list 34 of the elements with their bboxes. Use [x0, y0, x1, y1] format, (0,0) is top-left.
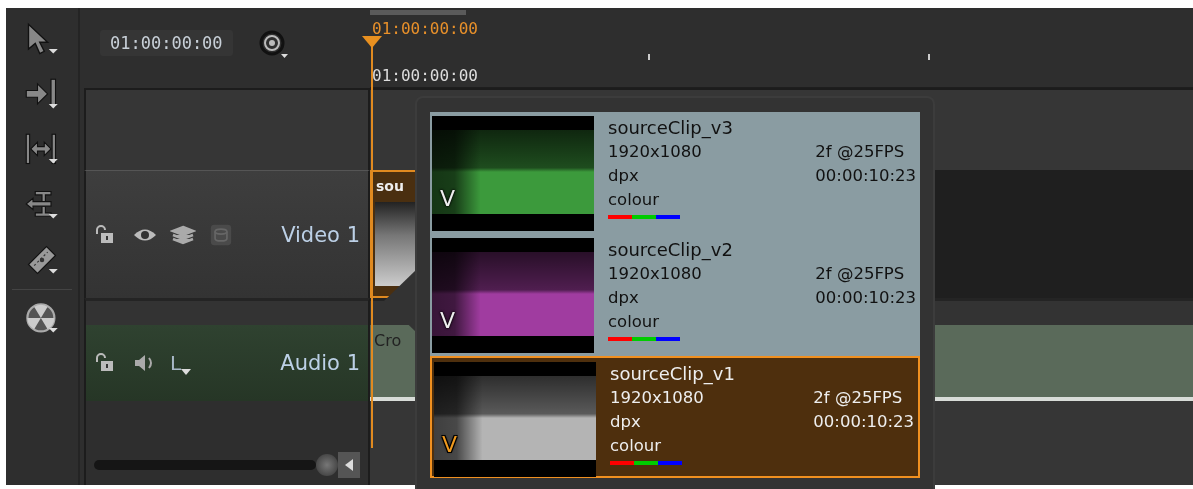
- file-format: dpx: [610, 411, 642, 433]
- track-name: Video 1: [281, 222, 360, 247]
- colourspace: colour: [608, 189, 661, 211]
- version-name: sourceClip_v1: [610, 362, 736, 386]
- clip-label: sou: [375, 177, 405, 194]
- version-item[interactable]: V sourceClip_v1 1920x1080 2f @25FPS dpx 00:00:10:23 colour: [430, 356, 920, 478]
- video-label: V: [442, 432, 458, 457]
- track-header[interactable]: L Audio 1: [84, 325, 370, 401]
- resolution: 1920x1080: [608, 263, 703, 285]
- playhead-time: 01:00:00:00: [372, 19, 478, 38]
- timecode: 00:00:10:23: [813, 411, 914, 433]
- version-item[interactable]: V sourceClip_v2 1920x1080 2f @25FPS dpx 00:00:10:23 colour: [430, 234, 920, 356]
- video-label: V: [440, 308, 456, 333]
- version-item[interactable]: V sourceClip_v3 1920x1080 2f @25FPS dpx 00:00:10:23 colour: [430, 112, 920, 234]
- track-header[interactable]: Video 1: [84, 170, 370, 298]
- duration: 2f @25FPS: [815, 141, 906, 163]
- version-name: sourceClip_v2: [608, 238, 734, 262]
- timecode: 00:00:10:23: [815, 287, 916, 309]
- timecode: 00:00:10:23: [815, 165, 916, 187]
- duration: 2f @25FPS: [813, 387, 904, 409]
- timecode-field[interactable]: 01:00:00:00: [100, 30, 233, 56]
- file-format: dpx: [608, 165, 640, 187]
- track-name: Audio 1: [280, 351, 360, 375]
- duration: 2f @25FPS: [815, 263, 906, 285]
- video-label: V: [440, 186, 456, 211]
- version-name: sourceClip_v3: [608, 116, 734, 140]
- file-format: dpx: [608, 287, 640, 309]
- channel-dropdown[interactable]: L: [170, 351, 192, 375]
- colourspace: colour: [610, 435, 663, 457]
- resolution: 1920x1080: [610, 387, 705, 409]
- ruler-time: 01:00:00:00: [372, 66, 478, 85]
- resolution: 1920x1080: [608, 141, 703, 163]
- colourspace: colour: [608, 311, 661, 333]
- clip-label: Cro: [374, 331, 402, 350]
